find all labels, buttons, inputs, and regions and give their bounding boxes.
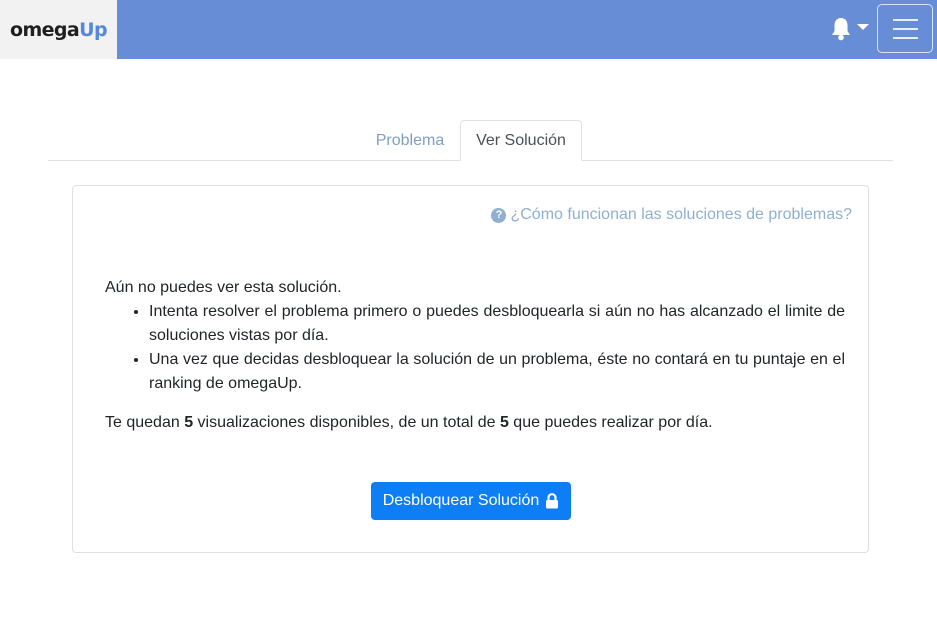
list-item: Intenta resolver el problema primero o p…: [149, 300, 845, 348]
locked-message: Aún no puedes ver esta solución. Intenta…: [105, 276, 845, 396]
hamburger-icon: [893, 19, 918, 21]
brand-text: omegaUp: [9, 18, 108, 41]
locked-reasons-list: Intenta resolver el problema primero o p…: [105, 300, 845, 396]
navbar: omegaUp: [0, 0, 937, 59]
brand-omega: omega: [9, 18, 80, 41]
caret-down-icon[interactable]: [857, 24, 869, 30]
locked-intro: Aún no puedes ver esta solución.: [105, 279, 342, 296]
counts-suffix: que puedes realizar por día.: [508, 414, 713, 431]
views-total-count: 5: [499, 414, 509, 431]
bell-icon[interactable]: [830, 16, 854, 42]
counts-middle: visualizaciones disponibles, de un total…: [193, 414, 500, 431]
solution-card: ? ¿Cómo funcionan las soluciones de prob…: [72, 185, 869, 553]
hamburger-icon: [893, 28, 918, 30]
list-item: Una vez que decidas desbloquear la soluc…: [149, 348, 845, 396]
tab-problema[interactable]: Problema: [360, 120, 460, 161]
views-available-count: 5: [184, 414, 194, 431]
unlock-button-label: Desbloquear Solución: [382, 492, 540, 509]
question-circle-icon: ?: [491, 207, 507, 223]
brand-up: Up: [79, 18, 107, 41]
lock-icon: [546, 493, 559, 509]
tab-ver-solucion[interactable]: Ver Solución: [460, 120, 582, 161]
help-link-text: ¿Cómo funcionan las soluciones de proble…: [510, 206, 852, 223]
brand-logo[interactable]: omegaUp: [0, 0, 117, 59]
counts-prefix: Te quedan: [105, 414, 185, 431]
hamburger-icon: [893, 37, 918, 39]
views-remaining-text: Te quedan 5 visualizaciones disponibles,…: [105, 411, 845, 435]
unlock-solution-button[interactable]: Desbloquear Solución: [371, 482, 571, 520]
help-link[interactable]: ? ¿Cómo funcionan las soluciones de prob…: [491, 206, 852, 224]
menu-toggle-button[interactable]: [877, 4, 933, 53]
